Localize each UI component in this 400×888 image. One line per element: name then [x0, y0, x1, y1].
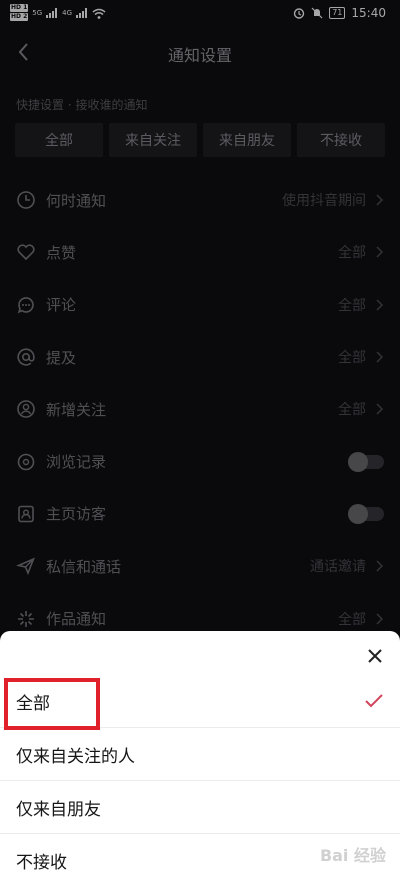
chevron-right-icon	[376, 351, 384, 363]
mute-icon	[311, 7, 323, 19]
row-mentions[interactable]: 提及 全部	[0, 331, 400, 383]
row-label: 私信和通话	[46, 557, 122, 576]
row-label: 点赞	[46, 243, 77, 262]
chevron-right-icon	[376, 560, 384, 572]
row-value: 全部	[338, 297, 366, 314]
battery-indicator: 71	[329, 7, 346, 19]
row-browse-history: 浏览记录	[0, 435, 400, 487]
option-label: 仅来自朋友	[16, 799, 101, 820]
alarm-icon	[294, 8, 305, 19]
row-value: 全部	[338, 350, 366, 367]
row-profile-visitors: 主页访客	[0, 488, 400, 540]
row-label: 评论	[46, 296, 77, 315]
profile-visitors-toggle[interactable]	[348, 503, 384, 524]
option-bottom-sheet: 全部 仅来自关注的人 仅来自朋友 不接收 Bai 经验	[0, 631, 400, 888]
clock-time: 15:40	[351, 6, 386, 20]
hd1-badge: HD 1	[10, 4, 29, 12]
row-when-notify[interactable]: 何时通知 使用抖音期间	[0, 174, 400, 226]
quick-friends-button[interactable]: 来自朋友	[203, 123, 291, 157]
hd-badges: HD 1 HD 2	[10, 4, 29, 22]
heart-icon	[17, 244, 35, 261]
row-value: 使用抖音期间	[282, 193, 366, 210]
page-title: 通知设置	[167, 46, 232, 65]
quick-settings-label: 快捷设置 · 接收谁的通知	[16, 98, 148, 112]
chevron-right-icon	[376, 194, 384, 206]
chevron-right-icon	[376, 299, 384, 311]
row-messages-calls[interactable]: 私信和通话 通话邀请	[0, 540, 400, 592]
row-label: 作品通知	[46, 610, 107, 629]
checkmark-icon	[365, 694, 383, 708]
profile-icon	[18, 505, 34, 523]
notification-settings-list: 何时通知 使用抖音期间 点赞 全部 评论 全部 提及 全部 新增关注 全部 浏览…	[0, 174, 400, 645]
user-icon	[17, 400, 35, 419]
row-value: 全部	[338, 611, 366, 628]
row-label: 何时通知	[46, 191, 107, 210]
row-value: 通话邀请	[310, 559, 366, 576]
send-icon	[16, 557, 35, 576]
network-1-label: 5G	[32, 9, 43, 17]
toggle-knob	[348, 451, 368, 472]
hd2-badge: HD 2	[10, 13, 29, 21]
row-new-followers[interactable]: 新增关注 全部	[0, 383, 400, 435]
option-following-only[interactable]: 仅来自关注的人	[0, 728, 400, 781]
quick-following-button[interactable]: 来自关注	[109, 123, 197, 157]
row-value: 全部	[338, 245, 366, 262]
browse-history-toggle[interactable]	[348, 451, 384, 472]
row-label: 浏览记录	[46, 453, 107, 472]
quick-all-button[interactable]: 全部	[15, 123, 103, 157]
option-friends-only[interactable]: 仅来自朋友	[0, 781, 400, 834]
row-comments[interactable]: 评论 全部	[0, 279, 400, 331]
option-label: 全部	[16, 693, 50, 714]
sparkle-icon	[18, 610, 34, 627]
option-label: 仅来自关注的人	[16, 746, 135, 767]
close-button[interactable]	[364, 645, 386, 667]
quick-settings-buttons: 全部 来自关注 来自朋友 不接收	[15, 123, 385, 157]
row-label: 主页访客	[46, 505, 107, 524]
chevron-right-icon	[376, 246, 384, 258]
row-value: 全部	[338, 402, 366, 419]
clock-icon	[17, 191, 35, 209]
network-2-label: 4G	[62, 9, 73, 17]
quick-none-button[interactable]: 不接收	[297, 123, 385, 157]
status-right: 71 15:40	[293, 6, 386, 20]
row-label: 提及	[46, 348, 77, 367]
chevron-right-icon	[376, 403, 384, 415]
row-label: 新增关注	[46, 400, 107, 419]
chevron-right-icon	[376, 612, 384, 625]
status-bar: HD 1 HD 2 5G 4G 71 15:40	[0, 0, 400, 30]
option-all[interactable]: 全部	[0, 675, 400, 730]
navigation-bar: 通知设置	[0, 34, 400, 70]
signal-icon	[46, 8, 58, 18]
signal-icon-2	[76, 8, 88, 18]
eye-icon	[17, 453, 35, 470]
wifi-icon	[92, 8, 106, 19]
watermark: Bai 经验	[319, 846, 386, 865]
comment-icon	[17, 296, 34, 314]
status-left: HD 1 HD 2 5G 4G	[10, 4, 106, 22]
row-likes[interactable]: 点赞 全部	[0, 226, 400, 278]
at-icon	[17, 348, 35, 366]
toggle-knob	[348, 503, 368, 524]
